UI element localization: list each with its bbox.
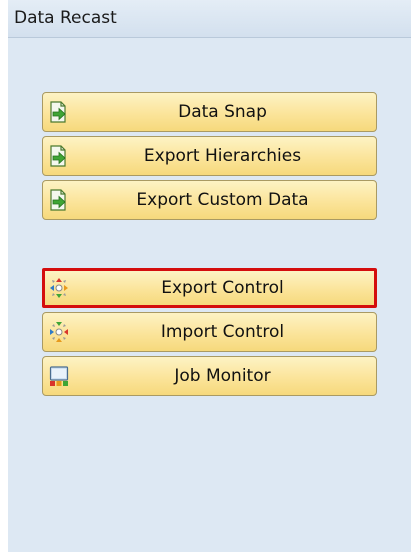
job-monitor-label: Job Monitor (174, 366, 271, 386)
export-doc-icon (49, 189, 69, 211)
import-control-button[interactable]: Import Control (42, 312, 377, 352)
panel-title: Data Recast (14, 8, 117, 28)
job-monitor-icon (49, 365, 69, 387)
export-doc-icon (49, 145, 69, 167)
import-control-icon (49, 321, 69, 343)
export-control-button[interactable]: Export Control (42, 268, 377, 308)
import-control-label: Import Control (160, 322, 285, 342)
data-recast-panel: Data Recast Data Snap Export Hierarchies (8, 0, 411, 552)
export-control-icon (49, 277, 69, 299)
data-snap-label: Data Snap (178, 102, 267, 122)
export-doc-icon (49, 101, 69, 123)
job-monitor-button[interactable]: Job Monitor (42, 356, 377, 396)
export-custom-data-label: Export Custom Data (136, 190, 309, 210)
panel-header: Data Recast (8, 0, 411, 38)
data-snap-button[interactable]: Data Snap (42, 92, 377, 132)
export-custom-data-button[interactable]: Export Custom Data (42, 180, 377, 220)
export-hierarchies-button[interactable]: Export Hierarchies (42, 136, 377, 176)
export-hierarchies-label: Export Hierarchies (143, 146, 302, 166)
export-control-label: Export Control (161, 278, 284, 298)
